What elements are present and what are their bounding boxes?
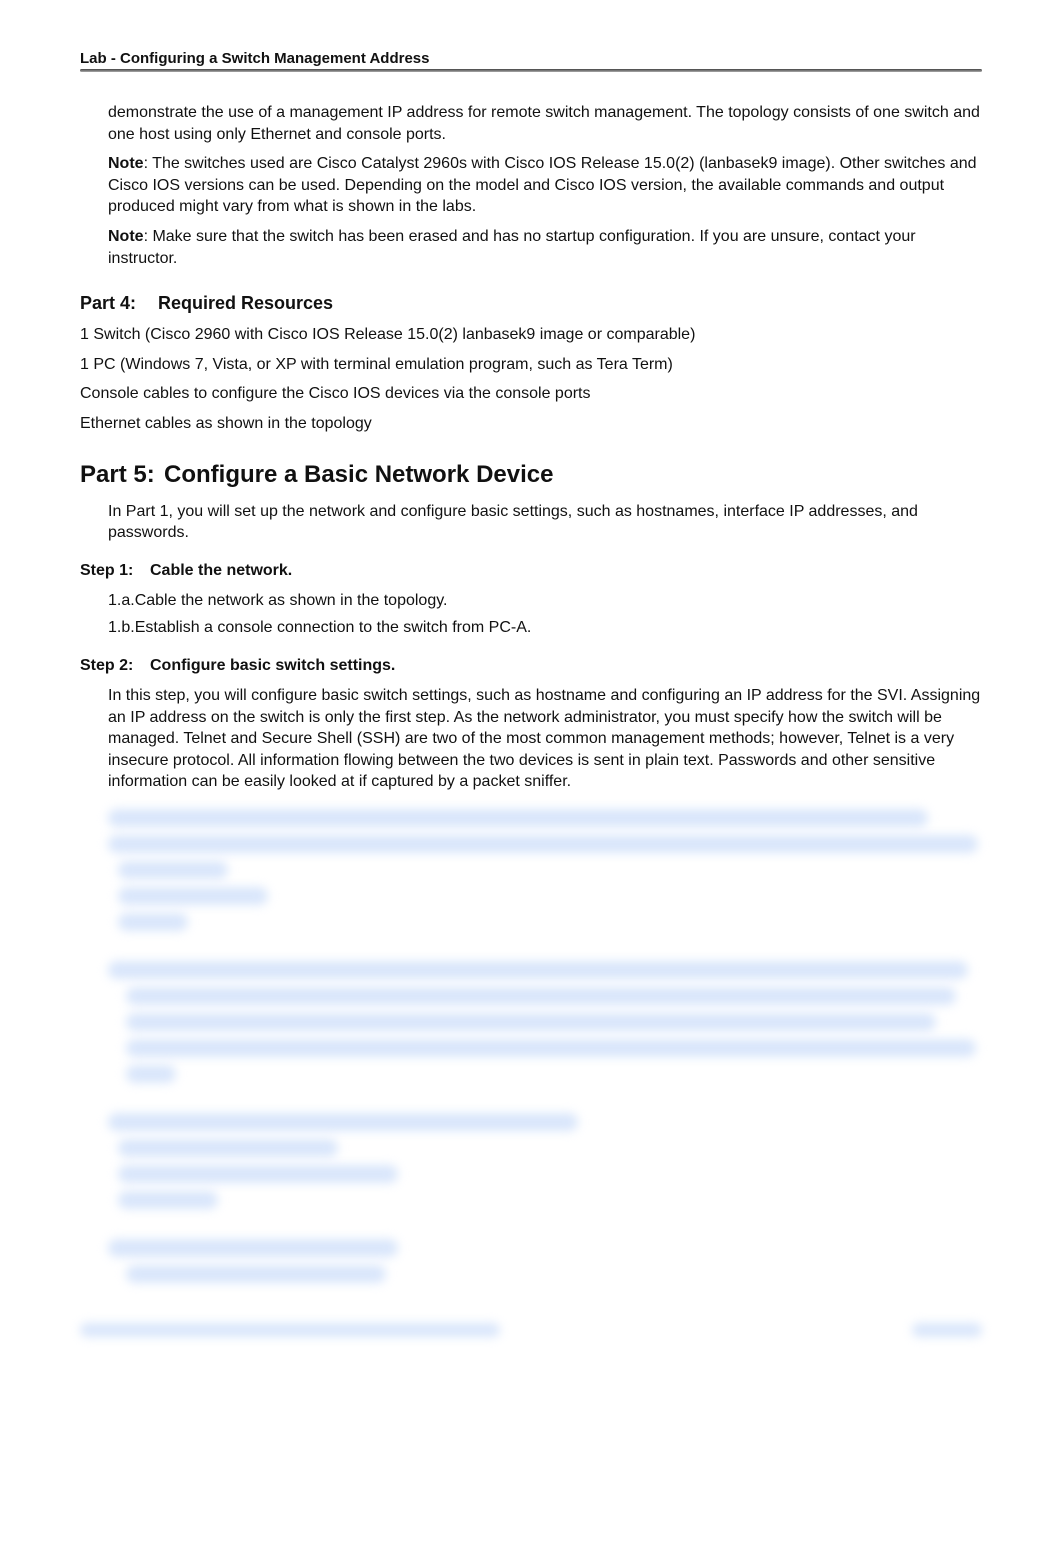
part-4-item-3: Console cables to configure the Cisco IO…: [80, 383, 982, 405]
blur-line: [108, 1113, 578, 1131]
blur-line: [118, 861, 228, 879]
page-header-title: Lab - Configuring a Switch Management Ad…: [80, 50, 982, 67]
header-rule: [80, 69, 982, 72]
footer-left-blur: [80, 1323, 500, 1337]
blur-line: [126, 1039, 976, 1057]
part-4-heading: Part 4:Required Resources: [80, 293, 982, 314]
blur-line: [118, 1165, 398, 1183]
step-1b: 1.b.Establish a console connection to th…: [108, 617, 982, 639]
blur-line: [108, 1239, 398, 1257]
blur-line: [108, 835, 978, 853]
step-2-title: Configure basic switch settings.: [150, 657, 395, 674]
note-2: Note: Make sure that the switch has been…: [108, 226, 982, 269]
part-5-intro: In Part 1, you will set up the network a…: [108, 501, 982, 544]
blur-line: [108, 809, 928, 827]
part-5-number: Part 5:: [80, 461, 164, 489]
step-2-body: In this step, you will configure basic s…: [108, 685, 982, 793]
blur-line: [126, 1265, 386, 1283]
footer-right-blur: [912, 1323, 982, 1337]
part-5-heading: Part 5:Configure a Basic Network Device: [80, 461, 982, 489]
part-4-number: Part 4:: [80, 293, 158, 314]
blur-line: [118, 1191, 218, 1209]
blur-line: [118, 887, 268, 905]
part-5-title: Configure a Basic Network Device: [164, 461, 553, 488]
note-1-body: : The switches used are Cisco Catalyst 2…: [108, 155, 977, 215]
intro-paragraph: demonstrate the use of a management IP a…: [108, 102, 982, 145]
note-2-body: : Make sure that the switch has been era…: [108, 228, 916, 267]
step-2-heading: Step 2:Configure basic switch settings.: [80, 657, 982, 675]
blur-line: [118, 913, 188, 931]
part-4-item-2: 1 PC (Windows 7, Vista, or XP with termi…: [80, 354, 982, 376]
blurred-content: [108, 809, 982, 1283]
blur-line: [126, 1065, 176, 1083]
blur-line: [118, 1139, 338, 1157]
blur-line: [108, 961, 968, 979]
step-1a: 1.a.Cable the network as shown in the to…: [108, 590, 982, 612]
step-1-title: Cable the network.: [150, 562, 292, 579]
part-4-item-1: 1 Switch (Cisco 2960 with Cisco IOS Rele…: [80, 324, 982, 346]
part-4-title: Required Resources: [158, 293, 333, 313]
step-1-heading: Step 1:Cable the network.: [80, 562, 982, 580]
footer-blur: [80, 1323, 982, 1337]
note-1-label: Note: [108, 155, 144, 172]
blur-line: [126, 987, 956, 1005]
part-4-item-4: Ethernet cables as shown in the topology: [80, 413, 982, 435]
note-1: Note: The switches used are Cisco Cataly…: [108, 153, 982, 218]
blur-line: [126, 1013, 936, 1031]
step-2-number: Step 2:: [80, 657, 150, 675]
note-2-label: Note: [108, 228, 144, 245]
intro-block: demonstrate the use of a management IP a…: [108, 102, 982, 269]
step-1-number: Step 1:: [80, 562, 150, 580]
